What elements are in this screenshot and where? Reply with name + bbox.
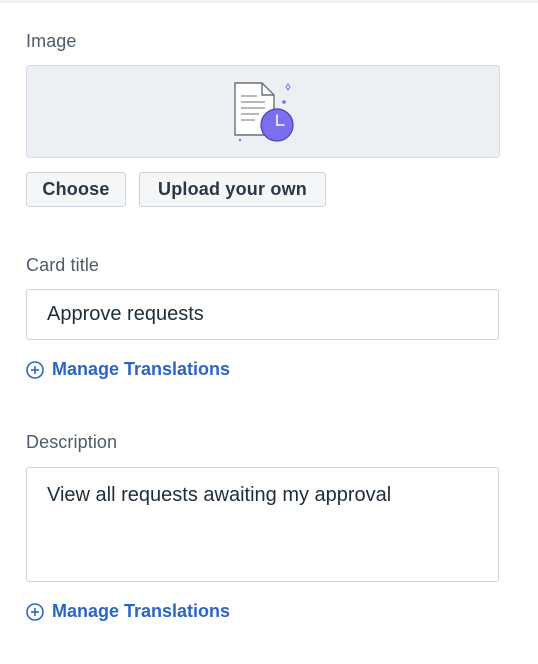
choose-button[interactable]: Choose	[26, 172, 126, 207]
card-title-label: Card title	[26, 255, 100, 275]
manage-translations-label: Manage Translations	[52, 601, 231, 621]
plus-circle-icon	[26, 602, 44, 621]
manage-translations-link-description[interactable]: Manage Translations	[26, 601, 230, 622]
description-textarea[interactable]: View all requests awaiting my approval	[26, 467, 499, 582]
manage-translations-label: Manage Translations	[52, 359, 231, 379]
card-title-input[interactable]: Approve requests	[26, 289, 499, 340]
document-clock-icon	[234, 82, 294, 142]
manage-translations-link-title[interactable]: Manage Translations	[26, 359, 230, 380]
upload-your-own-button[interactable]: Upload your own	[139, 172, 326, 207]
card-settings-panel: Image Choose Upload your own Card title …	[0, 0, 538, 664]
plus-circle-icon	[26, 360, 44, 379]
description-label: Description	[26, 432, 118, 452]
image-preview[interactable]	[26, 65, 500, 158]
image-label: Image	[26, 31, 77, 51]
